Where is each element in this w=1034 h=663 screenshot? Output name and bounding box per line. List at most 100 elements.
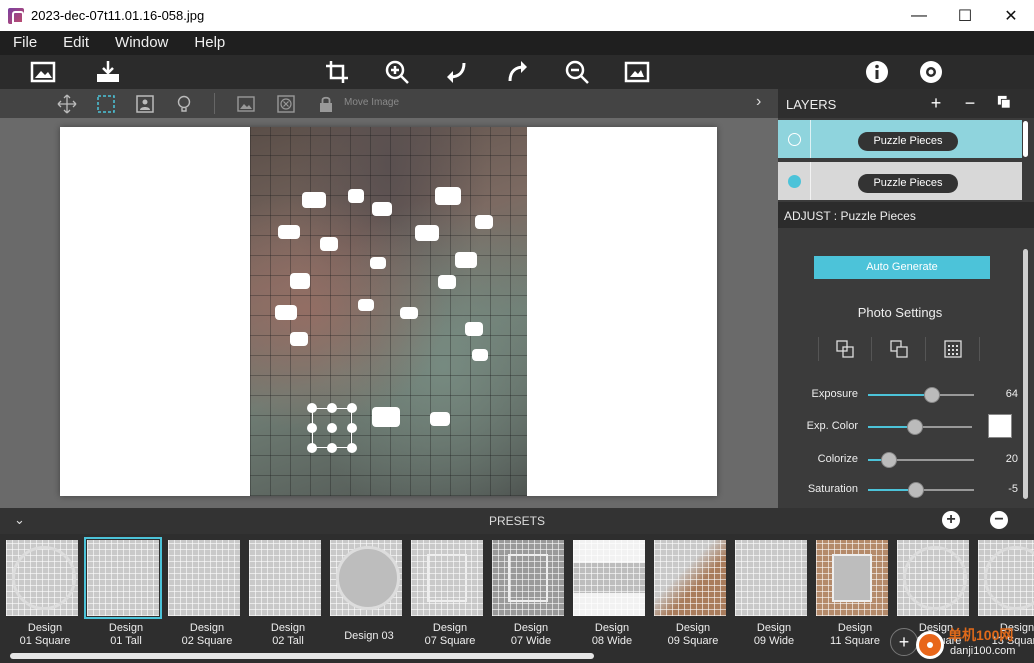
page-canvas[interactable]: [60, 127, 717, 496]
save-button[interactable]: [92, 58, 124, 86]
fit-image-button[interactable]: [621, 58, 653, 86]
exp-color-slider[interactable]: Exp. Color: [778, 414, 1022, 438]
menu-edit[interactable]: Edit: [50, 31, 102, 55]
preset-item[interactable]: Design 11 Square: [812, 538, 889, 656]
preset-thumbnail[interactable]: [654, 540, 726, 616]
hint-button[interactable]: [172, 92, 196, 115]
preset-thumbnail[interactable]: [573, 540, 645, 616]
preset-item[interactable]: Design 09 Wide: [731, 538, 808, 656]
redo-button[interactable]: [501, 58, 533, 86]
saturation-slider[interactable]: Saturation -5: [778, 480, 1022, 500]
close-button[interactable]: ✕: [988, 0, 1034, 31]
preset-thumbnail[interactable]: [330, 540, 402, 616]
resize-handle[interactable]: [347, 423, 357, 433]
adjust-scrollbar[interactable]: [1023, 249, 1028, 499]
resize-handle[interactable]: [307, 443, 317, 453]
preset-thumbnail[interactable]: [249, 540, 321, 616]
undo-button[interactable]: [441, 58, 473, 86]
remove-layer-button[interactable]: −: [960, 93, 980, 114]
preset-thumbnail[interactable]: [897, 540, 969, 616]
slider-track[interactable]: [868, 482, 974, 498]
colorize-slider[interactable]: Colorize 20: [778, 450, 1022, 470]
missing-piece: [275, 305, 297, 320]
puzzle-photo[interactable]: [250, 127, 527, 496]
preset-thumbnail[interactable]: [735, 540, 807, 616]
preset-item[interactable]: Design 01 Tall: [83, 537, 162, 656]
preset-thumbnail[interactable]: [6, 540, 78, 616]
lock-button[interactable]: [314, 92, 338, 115]
minimize-button[interactable]: —: [896, 0, 942, 31]
info-button[interactable]: [861, 58, 893, 86]
presets-scrollbar[interactable]: [10, 653, 594, 659]
preset-item[interactable]: Design 02 Square: [164, 538, 241, 656]
preset-thumbnail[interactable]: [84, 537, 162, 619]
slider-thumb[interactable]: [923, 387, 940, 403]
slider-value: 64: [1005, 388, 1018, 400]
open-image-button[interactable]: [27, 58, 59, 86]
grid-button[interactable]: [926, 337, 980, 361]
watermark-logo: [916, 631, 944, 659]
preset-item[interactable]: Design 07 Square: [407, 538, 484, 656]
resize-handle[interactable]: [327, 443, 337, 453]
duplicate-layer-button[interactable]: [994, 93, 1014, 114]
send-back-button[interactable]: [818, 337, 872, 361]
layer-visibility-radio[interactable]: [788, 175, 801, 188]
crop-button[interactable]: [321, 58, 353, 86]
slider-thumb[interactable]: [906, 419, 923, 435]
select-tool-button[interactable]: [94, 92, 118, 115]
preset-thumbnail[interactable]: [492, 540, 564, 616]
layer-item[interactable]: Puzzle Pieces: [778, 162, 1022, 200]
preset-item[interactable]: Design 02 Tall: [245, 538, 322, 656]
layers-scrollbar[interactable]: [1023, 121, 1028, 157]
preset-thumbnail[interactable]: [816, 540, 888, 616]
slider-track[interactable]: [868, 419, 972, 435]
color-swatch[interactable]: [988, 414, 1012, 438]
bring-front-button[interactable]: [872, 337, 926, 361]
resize-handle[interactable]: [307, 403, 317, 413]
maximize-button[interactable]: ☐: [942, 0, 988, 31]
menu-file[interactable]: File: [0, 31, 50, 55]
resize-handle[interactable]: [327, 403, 337, 413]
menu-help[interactable]: Help: [181, 31, 238, 55]
resize-handle[interactable]: [327, 423, 337, 433]
preset-thumbnail[interactable]: [978, 540, 1034, 616]
chevron-down-icon[interactable]: ⌄: [14, 512, 25, 528]
zoom-out-button[interactable]: [561, 58, 593, 86]
fit-tool-button[interactable]: [133, 92, 157, 115]
preset-item[interactable]: Design 07 Wide: [488, 538, 565, 656]
preset-thumbnail[interactable]: [411, 540, 483, 616]
resize-handle[interactable]: [347, 403, 357, 413]
remove-image-button[interactable]: [274, 92, 298, 115]
replace-image-button[interactable]: [234, 92, 258, 115]
preset-item[interactable]: Design 08 Wide: [569, 538, 646, 656]
layer-item-selected[interactable]: Puzzle Pieces: [778, 120, 1022, 158]
settings-button[interactable]: [915, 58, 947, 86]
menu-window[interactable]: Window: [102, 31, 181, 55]
move-tool-button[interactable]: [55, 92, 79, 115]
slider-thumb[interactable]: [881, 452, 898, 468]
layer-visibility-radio[interactable]: [788, 133, 801, 146]
preset-item[interactable]: Design 09 Square: [650, 538, 727, 656]
thumbnail-pattern: [87, 540, 159, 616]
image-frame-icon: [624, 61, 650, 83]
preset-label: Design 09 Square: [667, 622, 719, 647]
canvas-area[interactable]: [0, 118, 778, 508]
zoom-in-button[interactable]: [381, 58, 413, 86]
preset-item[interactable]: Design 01 Square: [2, 538, 79, 656]
exposure-slider[interactable]: Exposure 64: [778, 385, 1022, 405]
slider-thumb[interactable]: [907, 482, 924, 498]
floating-add-button[interactable]: +: [890, 628, 918, 656]
add-layer-button[interactable]: +: [926, 93, 946, 114]
resize-handle[interactable]: [347, 443, 357, 453]
selected-piece-box[interactable]: [307, 403, 357, 453]
remove-preset-button[interactable]: −: [990, 511, 1008, 529]
add-preset-button[interactable]: +: [942, 511, 960, 529]
app-icon: [8, 7, 24, 24]
preset-item[interactable]: Design 03: [326, 538, 403, 656]
resize-handle[interactable]: [307, 423, 317, 433]
slider-track[interactable]: [868, 387, 974, 403]
slider-track[interactable]: [868, 452, 974, 468]
preset-thumbnail[interactable]: [168, 540, 240, 616]
auto-generate-button[interactable]: Auto Generate: [814, 256, 990, 279]
chevron-right-icon[interactable]: ›: [756, 93, 761, 111]
